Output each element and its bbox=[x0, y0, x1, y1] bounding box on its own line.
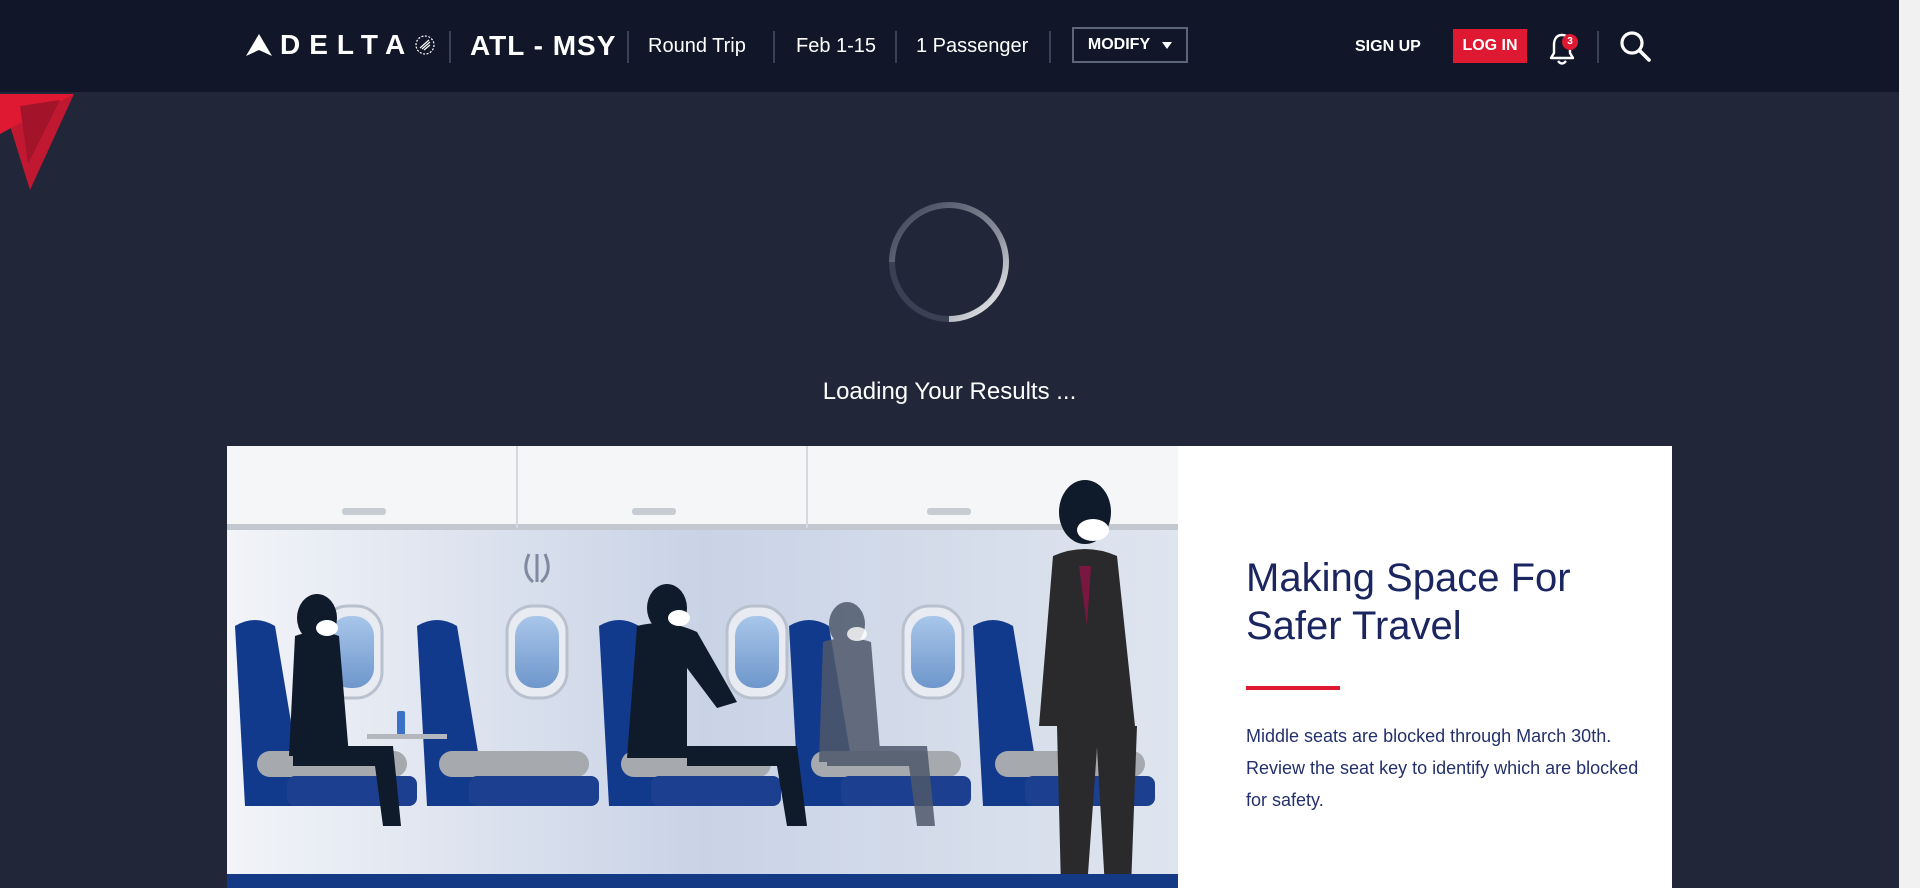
cabin-illustration bbox=[227, 446, 1178, 888]
sign-up-link[interactable]: SIGN UP bbox=[1355, 37, 1421, 57]
modify-search-button[interactable]: MODIFY bbox=[1072, 27, 1188, 63]
loading-spinner bbox=[889, 202, 1009, 322]
delta-widget-icon bbox=[246, 34, 272, 56]
promo-description: Middle seats are blocked through March 3… bbox=[1246, 726, 1639, 810]
divider bbox=[1597, 31, 1599, 63]
chevron-down-icon bbox=[1162, 41, 1173, 49]
divider bbox=[449, 31, 451, 63]
delta-widget-corner-icon bbox=[0, 94, 74, 190]
route-label[interactable]: ATL - MSY bbox=[470, 28, 616, 64]
promo-divider bbox=[1246, 686, 1340, 690]
divider bbox=[1049, 31, 1051, 63]
modify-label: MODIFY bbox=[1087, 36, 1151, 53]
search-icon[interactable] bbox=[1618, 29, 1652, 63]
promo-title: Making Space For Safer Travel bbox=[1246, 556, 1571, 648]
divider bbox=[895, 31, 897, 63]
delta-logo[interactable]: DELTA bbox=[246, 30, 436, 60]
safety-promo-card: Making Space For Safer Travel Middle sea… bbox=[227, 446, 1672, 888]
loading-message: Loading Your Results ... bbox=[822, 378, 1077, 405]
skyteam-seal-icon bbox=[415, 35, 435, 55]
divider bbox=[627, 31, 629, 63]
divider bbox=[773, 31, 775, 63]
brand-name: DELTA bbox=[280, 29, 415, 60]
log-in-button[interactable]: LOG IN bbox=[1453, 29, 1527, 63]
passengers-label[interactable]: 1 Passenger bbox=[916, 33, 1028, 59]
scrollbar[interactable] bbox=[1899, 0, 1920, 888]
travel-dates-label[interactable]: Feb 1-15 bbox=[796, 33, 876, 59]
trip-type-label[interactable]: Round Trip bbox=[648, 33, 746, 59]
notification-badge: 3 bbox=[1562, 34, 1578, 50]
top-navigation-bar: DELTA ATL - MSY Round Trip Feb 1-15 1 Pa… bbox=[0, 0, 1899, 92]
